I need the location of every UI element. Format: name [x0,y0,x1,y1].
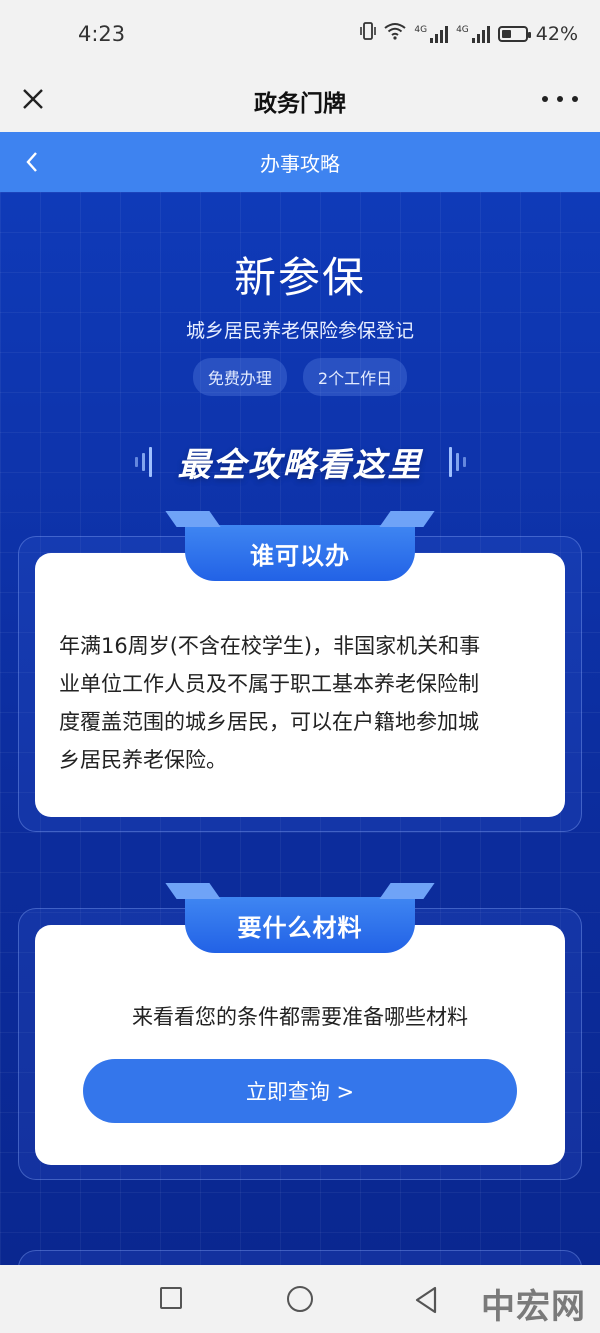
nav-title: 办事攻略 [260,152,340,176]
materials-tab: 要什么材料 [165,883,435,953]
who-tab: 谁可以办 [165,511,435,581]
watermark: 中宏网 [481,1287,586,1327]
more-button[interactable] [542,84,578,114]
signal-icon-2: 4G [456,25,490,43]
hero-title: 新参保 [233,253,366,302]
next-card-frame [18,1250,582,1265]
back-triangle-icon[interactable] [414,1286,438,1318]
system-nav-bar: 中宏网 [0,1265,600,1333]
hero-subtitle: 城乡居民养老保险参保登记 [185,320,414,342]
query-button[interactable]: 立即查询 > [83,1059,517,1123]
tag-free: 免费办理 [192,358,287,396]
more-dot-icon [542,96,548,102]
slogan: 最全攻略看这里 [177,445,423,484]
who-card: 年满16周岁(不含在校学生)，非国家机关和事 业单位工作人员及不属于职工基本养老… [35,553,565,817]
status-bar: 4:23 4G 4G 42% [0,0,600,66]
who-card-frame: 年满16周岁(不含在校学生)，非国家机关和事 业单位工作人员及不属于职工基本养老… [18,511,582,832]
who-tab-label: 谁可以办 [250,541,350,570]
battery-icon [497,25,531,42]
title-bar: 政务门牌 [0,66,600,132]
slogan-row: 最全攻略看这里 [0,438,600,486]
status-time: 4:23 [78,22,126,46]
more-dot-icon [572,96,578,102]
who-line: 业单位工作人员及不属于职工基本养老保险制 [59,672,479,696]
more-dot-icon [557,96,563,102]
materials-card-frame: 来看看您的条件都需要准备哪些材料 立即查询 > 要什么材料 [18,883,582,1180]
nav-bar: 办事攻略 [0,132,600,192]
tag-duration: 2个工作日 [302,358,408,396]
materials-card: 来看看您的条件都需要准备哪些材料 立即查询 > [35,925,565,1165]
who-line: 年满16周岁(不含在校学生)，非国家机关和事 [59,634,481,658]
tag-list: 免费办理 2个工作日 [0,358,600,396]
signal-icon-1: 4G [414,25,449,43]
wifi-icon [384,22,406,45]
main-content: 新参保 城乡居民养老保险参保登记 免费办理 2个工作日 最全攻略看这里 年满16… [0,192,600,1265]
who-line: 乡居民养老保险。 [59,748,227,772]
slogan-deco-left-icon [134,447,152,477]
battery-percent: 42% [535,22,578,45]
slogan-deco-right-icon [448,447,466,477]
who-line: 度覆盖范围的城乡居民，可以在户籍地参加城 [59,710,479,734]
materials-tab-label: 要什么材料 [237,913,363,942]
recent-apps-icon[interactable] [160,1287,182,1309]
status-icons: 4G 4G 42% [360,22,578,45]
page-title: 政务门牌 [254,91,346,117]
who-description: 年满16周岁(不含在校学生)，非国家机关和事 业单位工作人员及不属于职工基本养老… [59,627,545,779]
home-icon[interactable] [287,1286,313,1312]
battery-level [501,29,511,38]
materials-description: 来看看您的条件都需要准备哪些材料 [132,1005,468,1029]
vibrate-icon [360,22,377,45]
